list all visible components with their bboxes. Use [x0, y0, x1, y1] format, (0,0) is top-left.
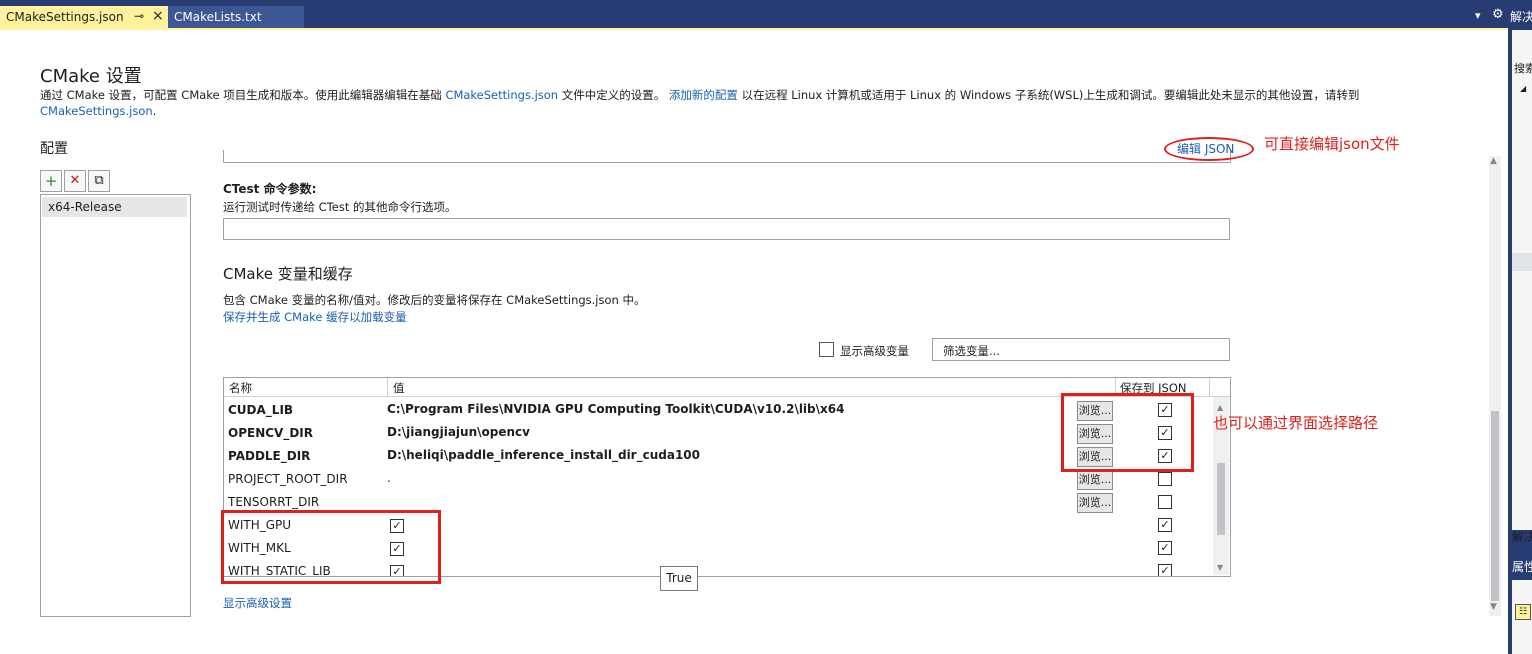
value-tooltip: True — [660, 566, 698, 591]
var-name: PADDLE_DIR — [228, 449, 311, 463]
column-header-value[interactable]: 值 — [393, 380, 405, 396]
cmakesettings-json-link[interactable]: CMakeSettings.json — [445, 88, 558, 102]
pin-icon[interactable]: ⊸ — [134, 9, 144, 23]
show-advanced-vars-label[interactable]: 显示高级变量 — [840, 343, 909, 359]
scrollbar-thumb[interactable] — [1217, 463, 1225, 535]
save-to-json-checkbox[interactable]: ✓ — [1158, 541, 1172, 555]
gear-icon[interactable]: ⚙ — [1492, 7, 1504, 22]
var-value[interactable]: . — [387, 471, 391, 485]
scroll-up-icon[interactable]: ▲ — [1217, 403, 1223, 412]
solution-panel-tab[interactable]: 解决方案 — [1512, 528, 1532, 545]
solution-search-input[interactable]: 搜索 — [1514, 60, 1532, 76]
annotation-json-hint: 可直接编辑json文件 — [1264, 135, 1400, 153]
show-advanced-vars-checkbox[interactable] — [819, 342, 834, 357]
var-name: CUDA_LIB — [228, 403, 294, 417]
close-icon[interactable]: × — [152, 8, 164, 24]
previous-setting-input[interactable] — [223, 150, 1231, 163]
filter-placeholder: 筛选变量... — [943, 344, 1000, 358]
scroll-down-icon[interactable]: ▼ — [1490, 602, 1497, 612]
ctest-args-description: 运行测试时传递给 CTest 的其他命令行选项。 — [223, 200, 457, 214]
list-item-x64-release[interactable]: x64-Release — [42, 197, 187, 217]
description-text: 文件中定义的设置。 — [558, 88, 669, 102]
filter-variables-input[interactable]: 筛选变量... — [932, 338, 1230, 361]
annotation-box-browse — [1061, 393, 1194, 472]
scroll-up-icon[interactable]: ▲ — [1490, 156, 1497, 166]
column-header-name[interactable]: 名称 — [229, 380, 252, 396]
browse-button[interactable]: 浏览... — [1077, 470, 1113, 490]
copy-icon: ⧉ — [94, 173, 104, 188]
page-description: 通过 CMake 设置，可配置 CMake 项目生成和版本。使用此编辑器编辑在基… — [40, 87, 1470, 119]
properties-panel-title[interactable]: 属性 — [1512, 558, 1532, 575]
show-advanced-settings-link[interactable]: 显示高级设置 — [223, 595, 292, 611]
plus-icon: + — [44, 172, 58, 190]
add-config-button[interactable]: + — [40, 170, 62, 192]
var-value[interactable]: D:\heliqi\paddle_inference_install_dir_c… — [387, 448, 700, 462]
solution-explorer-title[interactable]: 解决方案资源管理器 — [1510, 8, 1532, 25]
annotation-path-hint: 也可以通过界面选择路径 — [1213, 414, 1379, 432]
categorized-icon[interactable]: ☷ — [1515, 604, 1531, 620]
tab-dropdown-icon[interactable]: ▾ — [1475, 9, 1481, 22]
configurations-list — [40, 194, 191, 617]
save-to-json-checkbox[interactable] — [1158, 495, 1172, 509]
var-name: OPENCV_DIR — [228, 426, 313, 440]
tree-expand-icon[interactable]: ◢ — [1520, 84, 1526, 93]
cmake-vars-description: 包含 CMake 变量的名称/值对。修改后的变量将保存在 CMakeSettin… — [223, 293, 646, 307]
description-text: 通过 CMake 设置，可配置 CMake 项目生成和版本。使用此编辑器编辑在基… — [40, 88, 446, 102]
save-to-json-checkbox[interactable]: ✓ — [1158, 564, 1172, 576]
delete-icon: ✕ — [69, 173, 81, 188]
annotation-box-with-options — [221, 510, 441, 584]
page-scrollbar[interactable]: ▲ ▼ — [1489, 156, 1501, 616]
solution-selected-row[interactable] — [1512, 253, 1532, 271]
column-divider[interactable] — [387, 378, 388, 396]
copy-config-button[interactable]: ⧉ — [88, 170, 110, 192]
var-value[interactable]: D:\jiangjiajun\opencv — [387, 425, 530, 439]
save-and-generate-cache-link[interactable]: 保存并生成 CMake 缓存以加载变量 — [223, 309, 407, 325]
tab-accent-line — [0, 28, 1508, 30]
page-title: CMake 设置 — [40, 66, 142, 87]
scrollbar-thumb[interactable] — [1491, 411, 1499, 601]
tab-cmakesettings-json[interactable]: CMakeSettings.json ⊸ × — [0, 6, 168, 28]
ctest-args-label: CTest 命令参数: — [223, 182, 317, 196]
column-divider[interactable] — [1209, 378, 1210, 396]
tab-label: CMakeLists.txt — [174, 10, 262, 24]
tab-label: CMakeSettings.json — [6, 10, 124, 24]
var-value[interactable]: C:\Program Files\NVIDIA GPU Computing To… — [387, 402, 844, 416]
cmake-vars-title: CMake 变量和缓存 — [223, 265, 353, 283]
configurations-label: 配置 — [40, 141, 68, 157]
tab-cmakelists-txt[interactable]: CMakeLists.txt — [168, 6, 304, 28]
save-to-json-checkbox[interactable]: ✓ — [1158, 518, 1172, 532]
list-item-label: x64-Release — [48, 200, 122, 214]
description-text: 以在远程 Linux 计算机或适用于 Linux 的 Windows 子系统(W… — [737, 88, 1360, 102]
var-name: PROJECT_ROOT_DIR — [228, 472, 348, 486]
remove-config-button[interactable]: ✕ — [64, 170, 86, 192]
cmakesettings-json-link-2[interactable]: CMakeSettings.json — [40, 104, 153, 118]
browse-button[interactable]: 浏览... — [1077, 493, 1113, 513]
ctest-args-input[interactable] — [223, 218, 1230, 240]
save-to-json-checkbox[interactable] — [1158, 472, 1172, 486]
var-name: TENSORRT_DIR — [228, 495, 320, 509]
scroll-down-icon[interactable]: ▼ — [1217, 563, 1223, 572]
solution-explorer-body — [1512, 30, 1532, 530]
description-text: . — [152, 104, 157, 118]
annotation-oval — [1164, 137, 1254, 161]
add-new-config-link[interactable]: 添加新的配置 — [669, 88, 738, 102]
